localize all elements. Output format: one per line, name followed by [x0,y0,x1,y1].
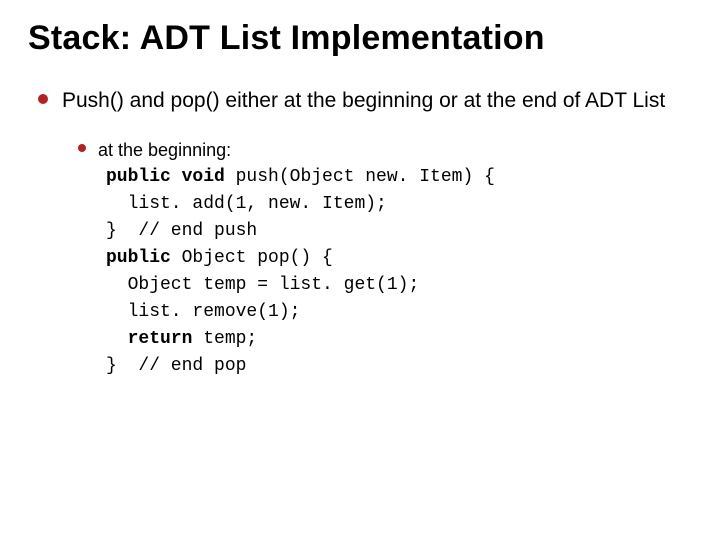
code-keyword: public void [106,167,225,187]
bullet-level2-body: at the beginning: public void push(Objec… [98,137,495,380]
code-text: } // end push [106,221,257,241]
bullet-level1-text: Push() and pop() either at the beginning… [62,87,665,115]
code-text: list. remove(1); [106,302,300,322]
code-keyword: public [106,248,171,268]
slide-title: Stack: ADT List Implementation [28,18,692,59]
code-text: temp; [192,329,257,349]
sub-bullet-intro: at the beginning: [98,137,495,164]
code-text: } // end pop [106,356,246,376]
code-text: list. add(1, new. Item); [106,194,387,214]
code-text: push(Object new. Item) { [225,167,495,187]
code-text: Object pop() { [171,248,333,268]
bullet-dot-icon [78,144,86,152]
bullet-dot-icon [38,94,48,104]
code-keyword: return [128,329,193,349]
code-text [106,329,128,349]
code-block: public void push(Object new. Item) { lis… [106,164,495,380]
code-text: Object temp = list. get(1); [106,275,419,295]
bullet-level1: Push() and pop() either at the beginning… [38,87,692,115]
bullet-level2: at the beginning: public void push(Objec… [78,137,692,380]
